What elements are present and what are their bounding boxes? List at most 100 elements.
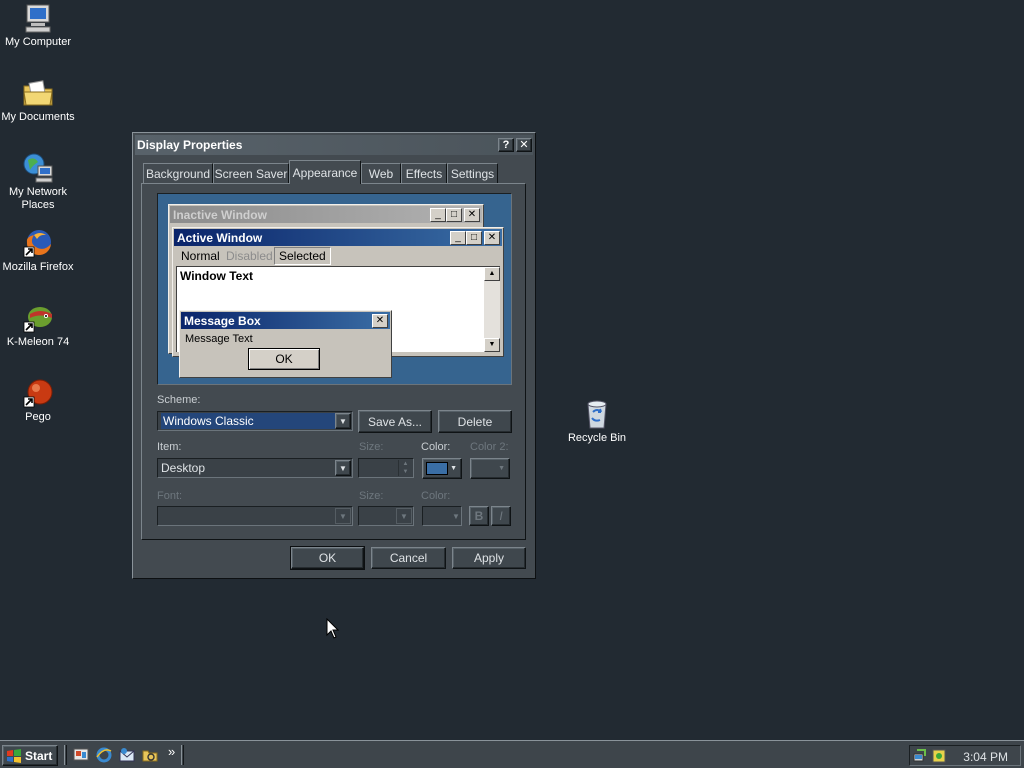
desktop-icon-label: Mozilla Firefox — [2, 261, 74, 273]
scheme-value: Windows Classic — [161, 413, 336, 429]
quick-launch-chevron[interactable]: » — [168, 744, 175, 759]
scroll-up-icon: ▲ — [484, 267, 500, 281]
desktop-icon-k-meleon[interactable]: K-Meleon 74 — [0, 302, 76, 349]
save-as-button[interactable]: Save As... — [358, 410, 432, 433]
help-button[interactable]: ? — [498, 138, 514, 152]
my-documents-icon — [23, 80, 53, 106]
item-color2-picker: ▼ — [470, 458, 510, 479]
firefox-icon — [23, 230, 51, 258]
ie-icon[interactable] — [96, 747, 112, 763]
desktop-icon-recycle-bin[interactable]: Recycle Bin — [559, 398, 635, 445]
tab-web[interactable]: Web — [361, 163, 401, 183]
mouse-cursor-icon — [326, 618, 340, 639]
scheme-label: Scheme: — [157, 394, 201, 406]
item-color-label: Color: — [421, 441, 451, 453]
network-places-icon — [23, 153, 53, 183]
recycle-bin-icon — [587, 400, 607, 429]
desktop-icon-network-places[interactable]: My Network Places — [0, 152, 76, 212]
item-size-spinner: ▲ ▼ — [358, 458, 414, 478]
preview-menu-disabled: Disabled — [226, 249, 273, 263]
appearance-preview[interactable]: Inactive Window _ □ ✕ Active Window _ □ … — [157, 193, 512, 385]
desktop-icon-label: My Documents — [1, 111, 75, 123]
desktop-icon-label: Recycle Bin — [567, 432, 627, 444]
preview-menu-normal: Normal — [181, 249, 220, 263]
preview-menu-selected: Selected — [274, 247, 331, 265]
taskbar-grip[interactable] — [181, 745, 184, 765]
font-size-label: Size: — [359, 490, 384, 502]
close-icon: ✕ — [484, 231, 500, 245]
chevron-down-icon[interactable]: ▼ — [335, 460, 351, 476]
taskbar: Start » 3:04 PM — [0, 740, 1024, 768]
desktop-icon-label: K-Meleon 74 — [6, 336, 70, 348]
font-label: Font: — [157, 490, 183, 502]
font-size-select: ▼ — [358, 506, 414, 526]
start-label: Start — [25, 748, 53, 763]
tab-screen-saver[interactable]: Screen Saver — [213, 163, 289, 183]
dialog-title: Display Properties — [137, 138, 243, 152]
preview-message-text: Message Text — [185, 333, 253, 345]
item-label: Item: — [157, 441, 182, 453]
taskbar-grip[interactable] — [64, 745, 67, 765]
windows-logo-icon — [7, 748, 21, 763]
close-icon: ✕ — [464, 208, 480, 222]
desktop-icon-label: Pego — [25, 411, 51, 423]
minimize-icon: _ — [450, 231, 466, 245]
close-button[interactable]: ✕ — [516, 138, 532, 152]
desktop-icon-pego[interactable]: Pego — [0, 377, 76, 424]
desktop-icon-firefox[interactable]: Mozilla Firefox — [0, 227, 76, 274]
close-icon: ✕ — [372, 314, 388, 328]
show-desktop-icon[interactable] — [73, 747, 89, 763]
preview-message-box: Message Box ✕ Message Text OK — [179, 310, 392, 378]
scheme-select[interactable]: Windows Classic ▼ — [157, 411, 353, 431]
font-select: ▼ — [157, 506, 353, 526]
item-color2-label: Color 2: — [470, 441, 509, 453]
close-icon: ✕ — [519, 138, 529, 151]
italic-button: I — [491, 506, 511, 526]
apply-button[interactable]: Apply — [452, 547, 526, 569]
chevron-down-icon: ▼ — [450, 465, 457, 472]
network-tray-icon[interactable] — [913, 748, 929, 764]
my-computer-icon — [25, 4, 51, 33]
outlook-icon[interactable] — [119, 747, 135, 763]
ok-button[interactable]: OK — [290, 546, 365, 570]
chevron-down-icon: ▼ — [396, 508, 412, 524]
cancel-button[interactable]: Cancel — [371, 547, 446, 569]
item-value: Desktop — [161, 461, 206, 475]
help-icon: ? — [502, 138, 510, 151]
item-select[interactable]: Desktop ▼ — [157, 458, 353, 478]
maximize-icon: □ — [466, 231, 482, 245]
preview-scrollbar: ▲ ▼ — [484, 267, 500, 352]
preview-ok-button: OK — [248, 348, 320, 370]
preview-window-text: Window Text — [180, 269, 253, 283]
minimize-icon: _ — [430, 208, 446, 222]
chevron-down-icon: ▼ — [452, 511, 460, 521]
chevron-down-icon[interactable]: ▼ — [335, 413, 351, 429]
desktop-icon-label: My Computer — [4, 36, 72, 48]
delete-button[interactable]: Delete — [438, 410, 512, 433]
chevron-down-icon: ▼ — [498, 465, 505, 472]
start-button[interactable]: Start — [2, 745, 58, 766]
desktop-icon-my-computer[interactable]: My Computer — [0, 2, 76, 49]
font-color-label: Color: — [421, 490, 451, 502]
pego-icon — [23, 379, 53, 408]
tab-effects[interactable]: Effects — [401, 163, 447, 183]
k-meleon-icon — [23, 307, 52, 333]
desktop-icon-my-documents[interactable]: My Documents — [0, 77, 76, 124]
scroll-down-icon: ▼ — [484, 338, 500, 352]
tab-appearance[interactable]: Appearance — [289, 160, 361, 184]
tab-background[interactable]: Background — [143, 163, 213, 183]
system-tray: 3:04 PM — [909, 745, 1021, 766]
bold-button: B — [469, 506, 489, 526]
color-swatch — [426, 462, 448, 475]
maximize-icon: □ — [446, 208, 462, 222]
tab-settings[interactable]: Settings — [447, 163, 498, 183]
item-color-picker[interactable]: ▼ — [422, 458, 462, 479]
chevron-down-icon: ▼ — [335, 508, 351, 524]
explorer-icon[interactable] — [142, 747, 158, 763]
spinner-arrows-icon: ▲ ▼ — [398, 460, 412, 476]
clock[interactable]: 3:04 PM — [963, 750, 1008, 764]
font-color-picker: ▼ — [422, 506, 462, 526]
security-tray-icon[interactable] — [931, 748, 947, 764]
dialog-titlebar[interactable]: Display Properties ? ✕ — [135, 135, 533, 155]
preview-message-box-titlebar: Message Box — [181, 312, 390, 329]
